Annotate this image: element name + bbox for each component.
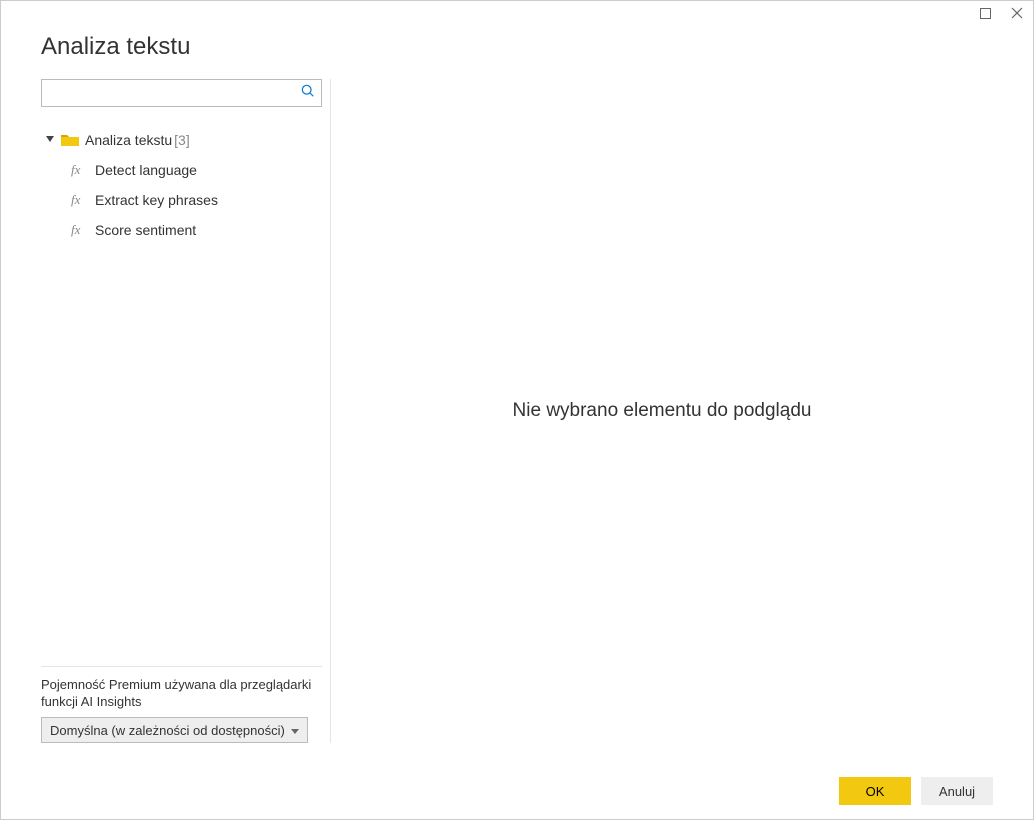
chevron-down-icon bbox=[291, 723, 299, 738]
maximize-button[interactable] bbox=[977, 5, 993, 21]
tree-root-count: [3] bbox=[174, 132, 190, 148]
tree-item[interactable]: fx Detect language bbox=[41, 155, 322, 185]
dialog-title: Analiza tekstu bbox=[41, 33, 993, 61]
function-icon: fx bbox=[71, 192, 87, 208]
function-icon: fx bbox=[71, 222, 87, 238]
capacity-selected: Domyślna (w zależności od dostępności) bbox=[50, 723, 285, 738]
tree-children: fx Detect language fx Extract key phrase… bbox=[41, 155, 322, 245]
maximize-icon bbox=[980, 8, 991, 19]
search-icon bbox=[301, 84, 315, 103]
capacity-label: Pojemność Premium używana dla przeglądar… bbox=[41, 677, 322, 711]
main-split: Analiza tekstu [3] fx Detect language fx… bbox=[41, 79, 993, 743]
function-icon: fx bbox=[71, 162, 87, 178]
tree-item[interactable]: fx Score sentiment bbox=[41, 215, 322, 245]
tree-item[interactable]: fx Extract key phrases bbox=[41, 185, 322, 215]
dialog-body: Analiza tekstu bbox=[1, 25, 1033, 763]
chevron-down-icon bbox=[46, 136, 54, 144]
tree-root-label: Analiza tekstu bbox=[85, 132, 172, 148]
ok-button[interactable]: OK bbox=[839, 777, 911, 805]
cancel-button[interactable]: Anuluj bbox=[921, 777, 993, 805]
capacity-section: Pojemność Premium używana dla przeglądar… bbox=[41, 666, 322, 743]
tree-item-label: Extract key phrases bbox=[95, 192, 218, 208]
tree-item-label: Score sentiment bbox=[95, 222, 196, 238]
close-icon bbox=[1011, 7, 1023, 19]
capacity-dropdown[interactable]: Domyślna (w zależności od dostępności) bbox=[41, 717, 308, 743]
left-pane: Analiza tekstu [3] fx Detect language fx… bbox=[41, 79, 331, 743]
tree-toggle[interactable] bbox=[43, 136, 57, 144]
search-input[interactable] bbox=[48, 80, 301, 106]
search-box[interactable] bbox=[41, 79, 322, 107]
dialog-footer: OK Anuluj bbox=[1, 763, 1033, 819]
titlebar bbox=[1, 1, 1033, 25]
tree-root[interactable]: Analiza tekstu [3] bbox=[41, 125, 322, 155]
dialog-window: Analiza tekstu bbox=[0, 0, 1034, 820]
function-tree: Analiza tekstu [3] fx Detect language fx… bbox=[41, 119, 322, 666]
preview-pane: Nie wybrano elementu do podglądu bbox=[331, 79, 993, 743]
tree-item-label: Detect language bbox=[95, 162, 197, 178]
close-button[interactable] bbox=[1009, 5, 1025, 21]
preview-empty-message: Nie wybrano elementu do podglądu bbox=[513, 400, 812, 422]
folder-icon bbox=[61, 133, 79, 147]
